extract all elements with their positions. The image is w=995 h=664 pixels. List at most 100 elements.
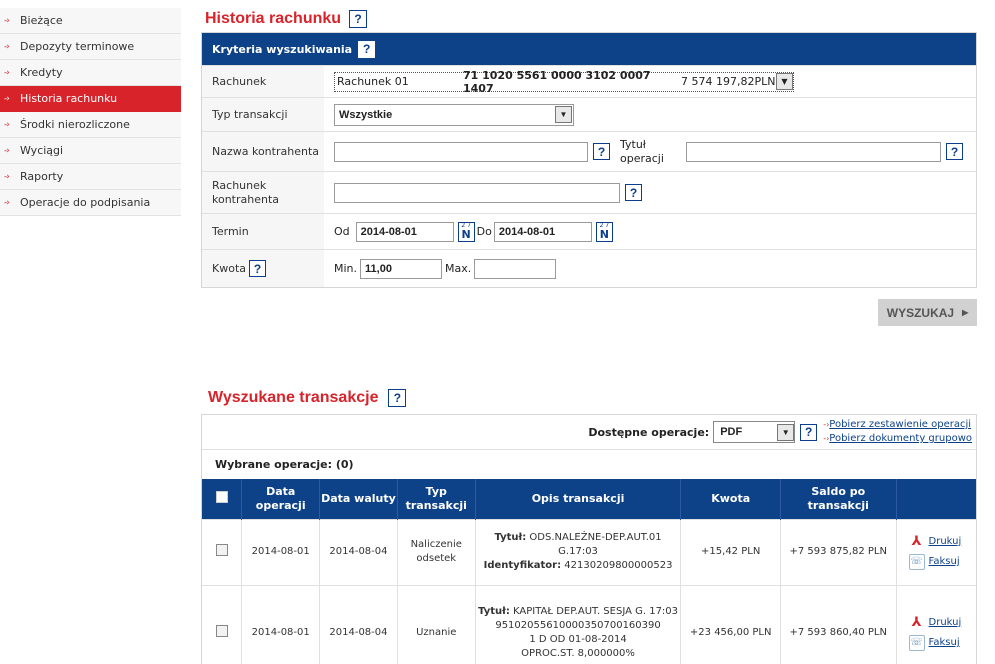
amount-label-wrap: Kwota ?	[202, 250, 324, 287]
sidebar-item-label: Historia rachunku	[20, 92, 118, 105]
sidebar-item-label: Operacje do podpisania	[20, 196, 151, 209]
max-amount-input[interactable]	[474, 258, 557, 279]
transaction-description: Tytuł: ODS.NALEŻNE-DEP.AUT.01 G.17:03 Id…	[475, 518, 682, 585]
search-button-label: WYSZUKAJ	[886, 305, 955, 320]
help-icon[interactable]: ?	[249, 260, 266, 277]
op-date: 2014-08-01	[241, 518, 321, 585]
download-summary-link[interactable]: -›Pobierz zestawienie operacji	[823, 418, 972, 432]
account-select[interactable]: Rachunek 01 71 1020 5561 0000 3102 0007 …	[334, 69, 794, 95]
ops-select[interactable]: PDF ▼	[713, 421, 796, 443]
select-all-checkbox[interactable]	[215, 490, 228, 503]
print-action[interactable]: ⅄ Drukuj	[909, 534, 974, 550]
transaction-type: Uznanie	[397, 584, 476, 664]
help-icon[interactable]: ?	[800, 423, 818, 441]
row-account: Rachunek Rachunek 01 71 1020 5561 0000 3…	[202, 65, 976, 97]
print-action[interactable]: ⅄ Drukuj	[909, 615, 974, 631]
help-icon[interactable]: ?	[358, 40, 376, 58]
page-title: Historia rachunku	[205, 10, 342, 27]
help-icon[interactable]: ?	[388, 389, 407, 407]
from-date-input[interactable]: 2014-08-01	[355, 221, 454, 242]
row-term: Termin Od 2014-08-01 2 7N Do 2014-08-01 …	[202, 213, 976, 249]
row-actions: ⅄ Drukuj ☏ Faksuj	[896, 518, 976, 585]
sidebar-item-raporty[interactable]: -› Raporty	[0, 164, 181, 190]
contractor-account-input[interactable]	[334, 182, 620, 203]
fax-icon: ☏	[908, 635, 925, 652]
sidebar-item-srodki[interactable]: -› Środki nierozliczone	[0, 112, 181, 138]
title-input[interactable]	[686, 141, 941, 162]
op-date: 2014-08-01	[241, 584, 321, 664]
sidebar-item-label: Środki nierozliczone	[20, 118, 130, 131]
row-contractor-account: Rachunek kontrahenta ?	[202, 171, 976, 213]
transactions-table: Data operacji Data waluty Typ transakcji…	[202, 479, 976, 664]
help-icon[interactable]: ?	[946, 143, 963, 160]
row-actions: ⅄ Drukuj ☏ Faksuj	[896, 584, 976, 664]
account-balance: 7 574 197,82PLN	[681, 75, 776, 88]
account-label: Rachunek	[202, 66, 324, 97]
sidebar-item-label: Bieżące	[20, 14, 63, 27]
max-label: Max.	[445, 262, 472, 275]
sidebar-item-label: Kredyty	[20, 66, 63, 79]
calendar-icon[interactable]: 2 7N	[595, 221, 613, 242]
calendar-icon[interactable]: 2 7N	[457, 221, 475, 242]
arrow-right-icon: -›	[4, 15, 10, 26]
fax-action[interactable]: ☏ Faksuj	[908, 554, 974, 570]
sidebar: -› Bieżące -› Depozyty terminowe -› Kredyty…	[0, 8, 181, 216]
arrow-right-icon: -›	[4, 171, 10, 182]
operations-bar: Dostępne operacje: PDF ▼ ? -›Pobierz zes…	[202, 415, 976, 449]
contractor-label: Nazwa kontrahenta	[202, 132, 324, 171]
col-header[interactable]: Typ transakcji	[397, 479, 476, 519]
help-icon[interactable]: ?	[349, 10, 368, 28]
row-checkbox[interactable]	[215, 624, 228, 637]
help-icon[interactable]: ?	[593, 143, 610, 160]
type-value: Wszystkie	[339, 108, 393, 121]
arrow-right-icon: -›	[4, 93, 10, 104]
col-header: Opis transakcji	[475, 479, 682, 519]
sidebar-item-depozyty[interactable]: -› Depozyty terminowe	[0, 34, 181, 60]
arrow-right-icon: -›	[4, 145, 10, 156]
balance: +7 593 860,40 PLN	[780, 584, 897, 664]
fax-action[interactable]: ☏ Faksuj	[908, 635, 974, 652]
type-select[interactable]: Wszystkie ▼	[334, 103, 574, 126]
contractor-input[interactable]	[334, 141, 588, 162]
download-group-link[interactable]: -›Pobierz dokumenty grupowo	[823, 432, 972, 446]
sidebar-item-operacje[interactable]: -› Operacje do podpisania	[0, 190, 181, 216]
col-header[interactable]: Kwota	[680, 479, 781, 519]
chevron-down-icon[interactable]: ▼	[555, 106, 572, 123]
type-label: Typ transakcji	[202, 98, 324, 131]
table-row: 2014-08-01 2014-08-04 Uznanie Tytuł: KAP…	[202, 584, 976, 664]
title-label: Tytuł operacji	[620, 137, 664, 165]
sidebar-item-label: Raporty	[20, 170, 64, 183]
row-checkbox[interactable]	[215, 543, 228, 556]
help-icon[interactable]: ?	[625, 184, 642, 201]
chevron-down-icon[interactable]: ▼	[776, 73, 793, 90]
sidebar-item-biezace[interactable]: -› Bieżące	[0, 8, 181, 34]
ops-label: Dostępne operacje:	[588, 425, 710, 439]
search-criteria-form: Kryteria wyszukiwania ? Rachunek Rachune…	[201, 32, 977, 288]
col-header-actions	[896, 479, 976, 519]
sidebar-item-label: Wyciągi	[20, 144, 64, 157]
col-header: Saldo po transakcji	[780, 479, 897, 519]
sidebar-item-kredyty[interactable]: -› Kredyty	[0, 60, 181, 86]
table-row: 2014-08-01 2014-08-04 Naliczenie odsetek…	[202, 518, 976, 585]
pdf-icon: ⅄	[911, 615, 922, 631]
search-button[interactable]: WYSZUKAJ ▶	[878, 299, 977, 326]
to-label: Do	[476, 225, 492, 238]
sidebar-item-wyciagi[interactable]: -› Wyciągi	[0, 138, 181, 164]
col-header[interactable]: Data waluty	[319, 479, 398, 519]
results-panel: Dostępne operacje: PDF ▼ ? -›Pobierz zes…	[201, 414, 977, 664]
row-type: Typ transakcji Wszystkie ▼	[202, 97, 976, 131]
transaction-type: Naliczenie odsetek	[397, 518, 476, 585]
min-label: Min.	[334, 262, 358, 275]
fax-icon: ☏	[908, 554, 925, 570]
selected-operations: Wybrane operacje: (0)	[202, 449, 976, 479]
amount: +23 456,00 PLN	[680, 584, 781, 664]
pdf-icon: ⅄	[911, 534, 922, 549]
to-date-input[interactable]: 2014-08-01	[493, 221, 592, 242]
term-label: Termin	[202, 214, 324, 249]
chevron-down-icon[interactable]: ▼	[777, 423, 795, 441]
sidebar-item-historia[interactable]: -› Historia rachunku	[0, 86, 181, 112]
col-header[interactable]: Data operacji	[241, 479, 321, 519]
value-date: 2014-08-04	[319, 518, 398, 585]
min-amount-input[interactable]: 11,00	[360, 258, 443, 279]
row-checkbox-cell	[202, 584, 243, 664]
